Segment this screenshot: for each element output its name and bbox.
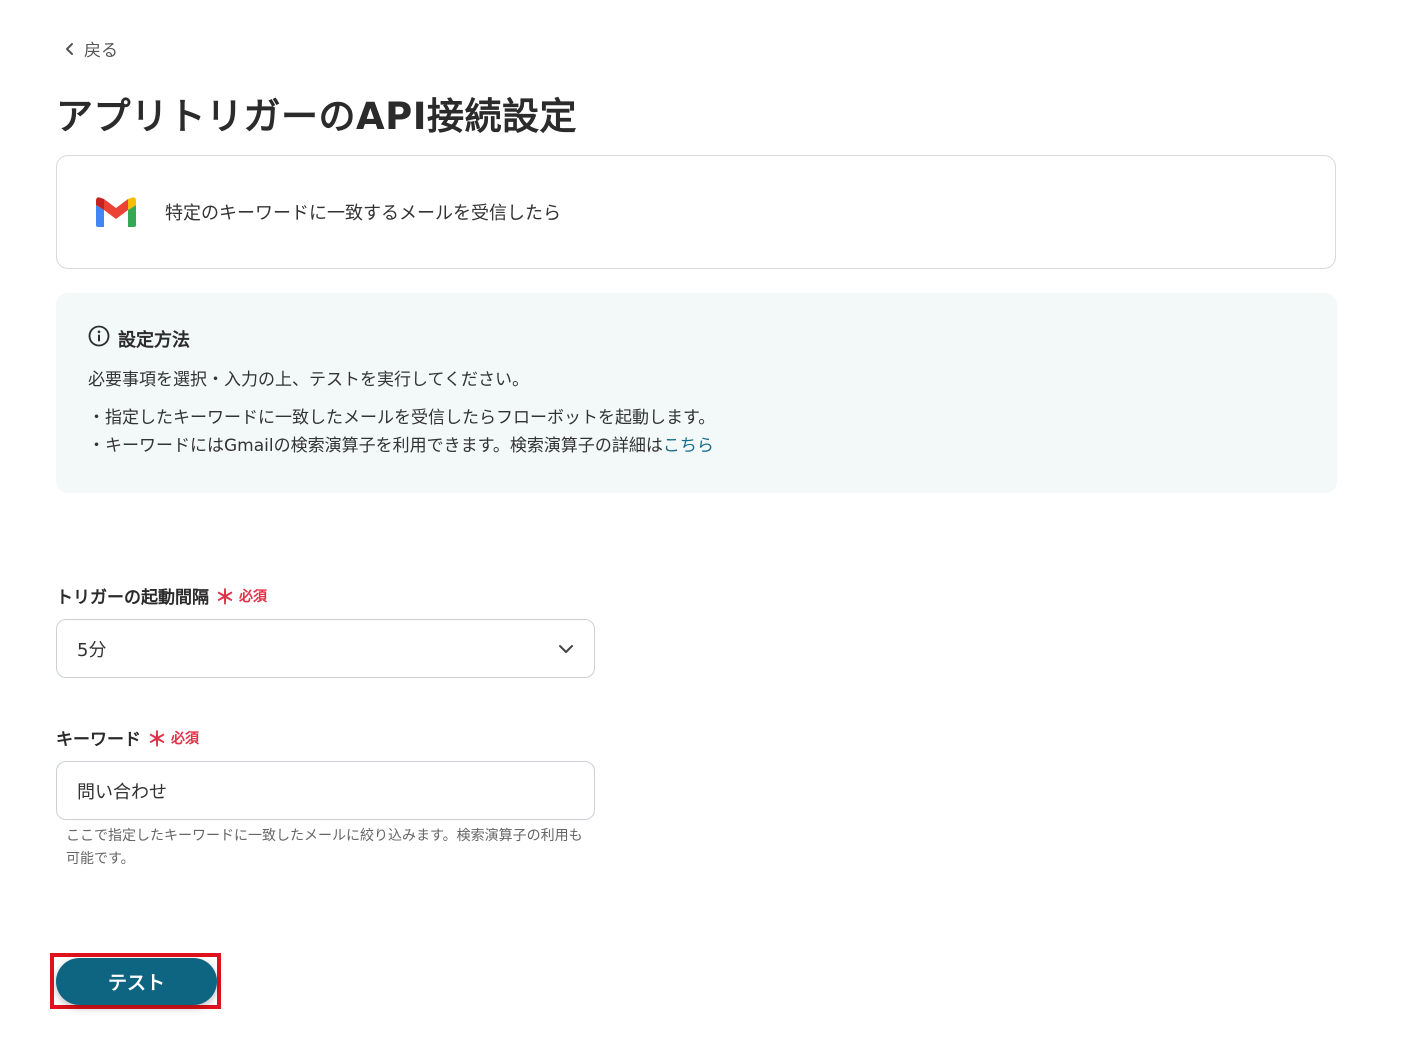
info-bullet-2-text: ・キーワードにはGmailの検索演算子を利用できます。検索演算子の詳細は — [88, 436, 663, 456]
interval-label: トリガーの起動間隔 ＊ 必須 — [56, 581, 267, 610]
gmail-icon — [94, 195, 138, 229]
info-intro: 必要事項を選択・入力の上、テストを実行してください。 — [88, 370, 529, 390]
details-link[interactable]: こちら — [663, 436, 714, 456]
page-title: アプリトリガーのAPI接続設定 — [56, 95, 578, 138]
info-bullets: ・指定したキーワードに一致したメールを受信したらフローボットを起動します。 ・キ… — [88, 404, 1305, 460]
required-asterisk: ＊ — [147, 727, 167, 751]
info-box: 設定方法 必要事項を選択・入力の上、テストを実行してください。 ・指定したキーワ… — [56, 293, 1337, 493]
test-button[interactable]: テスト — [56, 958, 217, 1005]
info-title-text: 設定方法 — [118, 329, 190, 351]
required-text: 必須 — [171, 730, 199, 747]
back-label: 戻る — [84, 41, 118, 61]
interval-label-text: トリガーの起動間隔 — [56, 588, 209, 608]
info-bullet-1: ・指定したキーワードに一致したメールを受信したらフローボットを起動します。 — [88, 408, 716, 428]
keyword-input[interactable] — [56, 761, 595, 820]
interval-select[interactable]: 5分 — [56, 619, 595, 678]
info-icon — [88, 325, 110, 352]
info-title: 設定方法 — [88, 325, 1305, 352]
chevron-left-icon — [64, 42, 76, 56]
app-card: 特定のキーワードに一致するメールを受信したら — [56, 155, 1336, 269]
required-asterisk: ＊ — [215, 585, 235, 609]
keyword-help-text: ここで指定したキーワードに一致したメールに絞り込みます。検索演算子の利用も可能で… — [66, 828, 583, 867]
trigger-description: 特定のキーワードに一致するメールを受信したら — [165, 203, 561, 224]
back-link[interactable]: 戻る — [64, 36, 118, 61]
chevron-down-icon — [558, 638, 574, 659]
interval-selected-value: 5分 — [77, 639, 107, 661]
required-text: 必須 — [239, 588, 267, 605]
info-bullet-2: ・キーワードにはGmailの検索演算子を利用できます。検索演算子の詳細はこちら — [88, 432, 1305, 460]
keyword-label-text: キーワード — [56, 730, 141, 750]
keyword-label: キーワード ＊ 必須 — [56, 723, 199, 752]
page: 戻る アプリトリガーのAPI接続設定 特定のキーワードに一致するメールを受信した… — [0, 0, 1411, 1039]
